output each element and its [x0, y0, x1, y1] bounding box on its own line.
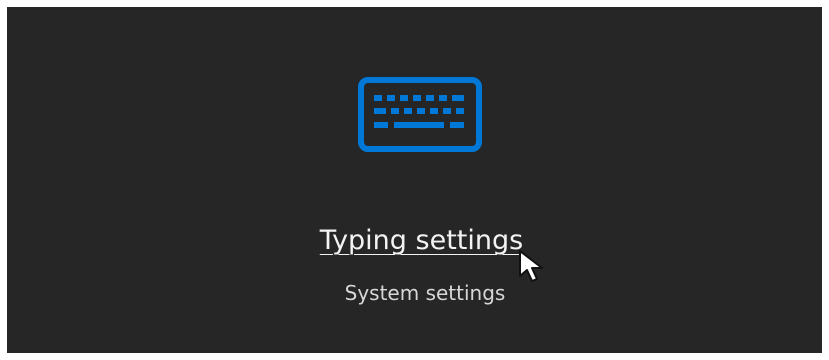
mouse-pointer-icon: [518, 249, 550, 283]
keyboard-icon: [358, 77, 482, 152]
search-result-card[interactable]: Typing settings System settings: [7, 7, 822, 353]
system-settings-label: System settings: [344, 281, 506, 305]
typing-settings-link[interactable]: Typing settings: [299, 219, 544, 263]
